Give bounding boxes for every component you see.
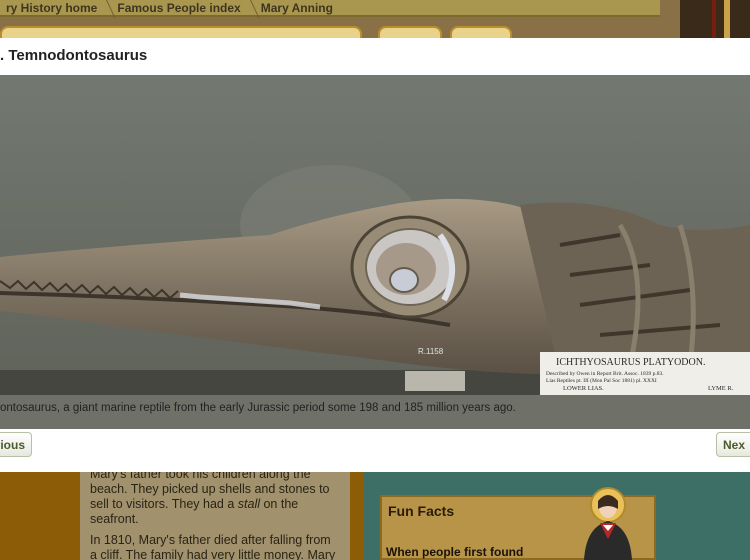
breadcrumb-famous-people[interactable]: Famous People index [111, 1, 254, 15]
fossil-photo: R.1158 ICHTHYOSAURUS PLATYODON. Describe… [0, 75, 750, 429]
svg-text:LOWER LIAS.: LOWER LIAS. [563, 385, 604, 392]
next-button[interactable]: Nex [716, 432, 750, 457]
mary-anning-illustration [584, 487, 632, 560]
column-divider [350, 465, 364, 560]
stall-link[interactable]: stall [238, 497, 260, 511]
story-text: Mary's father took his children along th… [80, 465, 350, 560]
breadcrumb: ry History home Famous People index Mary… [0, 0, 660, 17]
story-paragraph-2: In 1810, Mary's father died after fallin… [90, 533, 336, 560]
left-margin [0, 465, 80, 560]
fun-facts-subtitle: When people first found [386, 545, 524, 559]
breadcrumb-mary-anning: Mary Anning [260, 0, 333, 15]
svg-text:LYME R.: LYME R. [708, 385, 734, 392]
breadcrumb-history-home[interactable]: ry History home [0, 1, 111, 15]
museum-label-title: ICHTHYOSAURUS PLATYODON. [556, 357, 705, 368]
svg-text:Described by Owen in Report Br: Described by Owen in Report Brit. Assoc.… [546, 371, 664, 377]
page-edge-decoration [680, 0, 750, 38]
specimen-number: R.1158 [418, 347, 444, 356]
previous-button-label: rious [0, 437, 25, 452]
svg-text:Lias Reptiles pt. III (Mon Pal: Lias Reptiles pt. III (Mon Pal Soc 1881)… [546, 377, 657, 384]
previous-button[interactable]: rious [0, 432, 32, 457]
image-caption: ontosaurus, a giant marine reptile from … [0, 402, 516, 414]
story-paragraph-1: Mary's father took his children along th… [90, 467, 330, 526]
temnodontosaurus-fossil-image: R.1158 ICHTHYOSAURUS PLATYODON. Describe… [0, 75, 750, 395]
fun-facts-title: Fun Facts [388, 503, 455, 519]
next-button-label: Nex [723, 437, 746, 452]
image-dialog: . Temnodontosaurus R.1158 ICHTHYOSAURUS … [0, 38, 750, 472]
dialog-title: . Temnodontosaurus [0, 47, 148, 64]
